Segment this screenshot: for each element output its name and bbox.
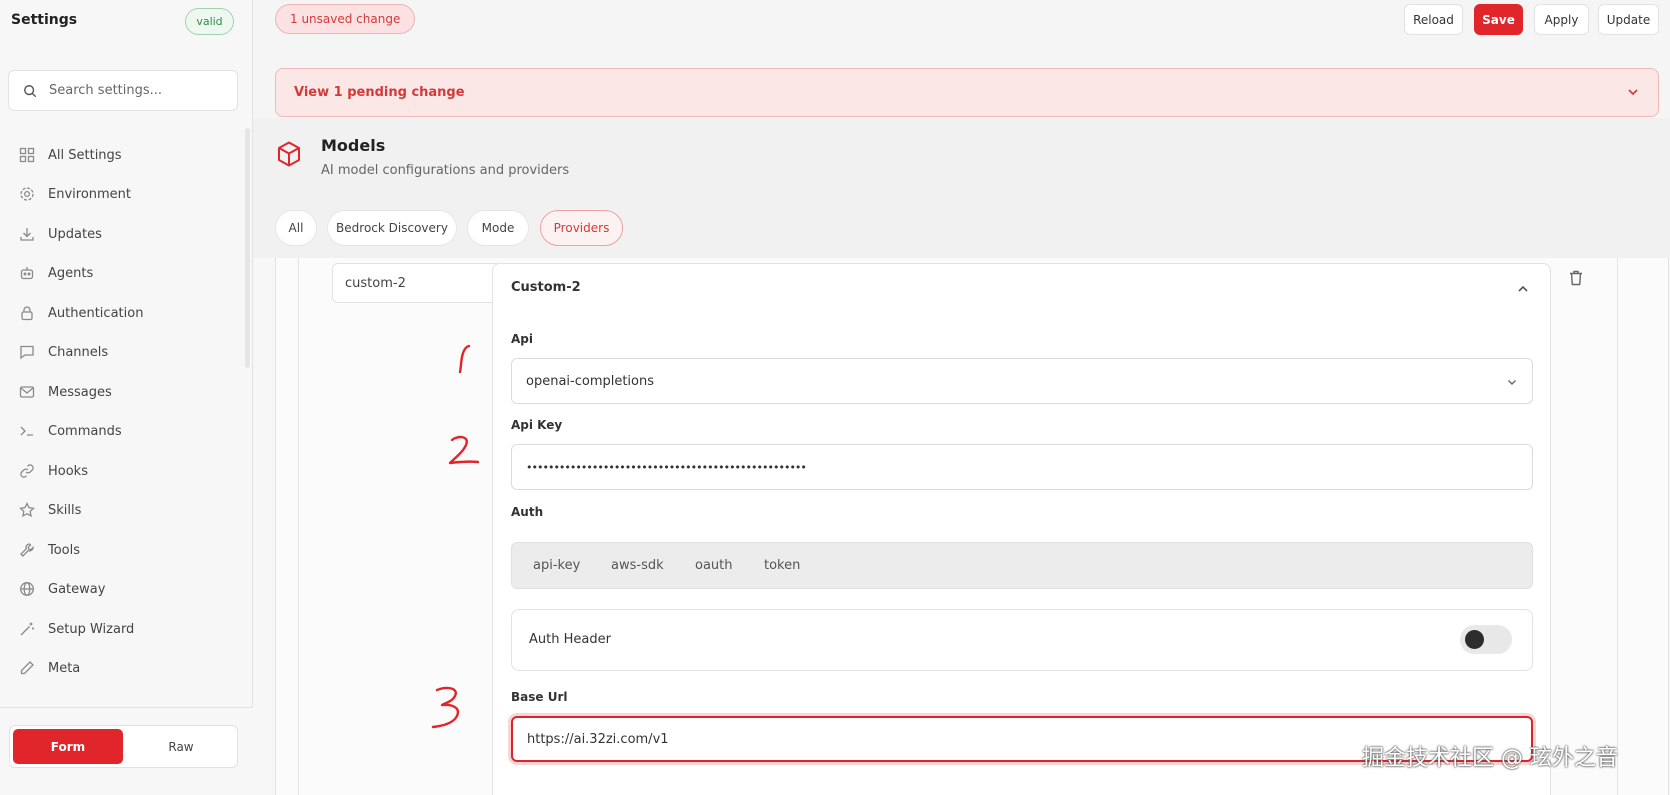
auth-option-token[interactable]: token xyxy=(764,543,800,588)
models-section-header: Models AI model configurations and provi… xyxy=(253,118,1670,258)
sidebar-item-meta[interactable]: Meta xyxy=(0,651,245,685)
auth-option-api-key[interactable]: api-key xyxy=(533,543,580,588)
provider-title: Custom-2 xyxy=(511,280,581,295)
api-label: Api xyxy=(511,332,533,346)
provider-card: Custom-2 Api openai-completions Api Key … xyxy=(492,263,1551,795)
sidebar-item-label: Setup Wizard xyxy=(48,621,135,637)
sidebar-item-hooks[interactable]: Hooks xyxy=(0,454,245,488)
sidebar-header: Settings valid xyxy=(0,0,253,48)
annotation-mark-2 xyxy=(448,435,480,465)
auth-option-oauth[interactable]: oauth xyxy=(695,543,733,588)
terminal-icon xyxy=(18,422,36,440)
sidebar-item-tools[interactable]: Tools xyxy=(0,533,245,567)
section-subtitle: AI model configurations and providers xyxy=(321,163,570,178)
sidebar-item-gateway[interactable]: Gateway xyxy=(0,572,245,606)
tab-mode[interactable]: Mode xyxy=(467,210,529,246)
pen-icon xyxy=(18,659,36,677)
tab-all[interactable]: All xyxy=(275,210,317,246)
auth-header-label: Auth Header xyxy=(529,632,611,647)
cube-icon xyxy=(278,141,300,167)
bot-icon xyxy=(18,264,36,282)
form-raw-toggle: Form Raw xyxy=(9,725,238,768)
pending-changes-banner[interactable]: View 1 pending change xyxy=(275,68,1659,117)
sidebar-item-environment[interactable]: Environment xyxy=(0,177,245,211)
search-icon xyxy=(24,84,37,97)
mail-icon xyxy=(18,383,36,401)
sidebar-item-label: Updates xyxy=(48,226,102,242)
toggle-knob xyxy=(1465,630,1484,649)
star-icon xyxy=(18,501,36,519)
sidebar-item-label: All Settings xyxy=(48,147,122,163)
sidebar-item-agents[interactable]: Agents xyxy=(0,256,245,290)
auth-option-aws-sdk[interactable]: aws-sdk xyxy=(611,543,664,588)
pending-changes-text: View 1 pending change xyxy=(294,85,465,100)
api-select[interactable]: openai-completions xyxy=(511,358,1533,404)
auth-label: Auth xyxy=(511,505,544,519)
sidebar-footer: Form Raw xyxy=(0,707,253,795)
sidebar-item-messages[interactable]: Messages xyxy=(0,375,245,409)
sidebar-item-updates[interactable]: Updates xyxy=(0,217,245,251)
sidebar-item-label: Gateway xyxy=(48,581,106,597)
auth-header-toggle[interactable] xyxy=(1460,625,1512,654)
sidebar-item-setup-wizard[interactable]: Setup Wizard xyxy=(0,612,245,646)
sidebar-scrollbar[interactable] xyxy=(245,128,250,368)
sidebar-item-label: Skills xyxy=(48,502,82,518)
chevron-down-icon xyxy=(1628,89,1638,96)
sidebar-title: Settings xyxy=(11,12,78,28)
settings-sidebar: Settings valid All Settings Environment … xyxy=(0,0,253,795)
form-mode-button[interactable]: Form xyxy=(13,729,123,764)
valid-badge: valid xyxy=(185,8,234,35)
auth-header-row: Auth Header xyxy=(511,609,1533,671)
raw-mode-button[interactable]: Raw xyxy=(126,729,236,764)
api-key-label: Api Key xyxy=(511,418,563,432)
sidebar-item-commands[interactable]: Commands xyxy=(0,414,245,448)
wrench-icon xyxy=(18,541,36,559)
globe-icon xyxy=(18,580,36,598)
chevron-down-icon xyxy=(1508,380,1516,385)
gear-icon xyxy=(18,185,36,203)
reload-button[interactable]: Reload xyxy=(1404,4,1463,35)
lock-icon xyxy=(18,304,36,322)
chevron-up-icon[interactable] xyxy=(1516,282,1530,296)
link-icon xyxy=(18,462,36,480)
download-icon xyxy=(18,225,36,243)
sidebar-item-label: Messages xyxy=(48,384,112,400)
watermark-text: 掘金技术社区 @ 玹外之音 xyxy=(1362,746,1618,771)
sidebar-item-label: Channels xyxy=(48,344,109,360)
grid-icon xyxy=(18,146,36,164)
trash-icon[interactable] xyxy=(1569,270,1583,286)
sidebar-item-skills[interactable]: Skills xyxy=(0,493,245,527)
sidebar-nav: All Settings Environment Updates Agents … xyxy=(0,138,245,710)
annotation-mark-1 xyxy=(458,344,471,374)
sidebar-item-channels[interactable]: Channels xyxy=(0,335,245,369)
wand-icon xyxy=(18,620,36,638)
api-select-value: openai-completions xyxy=(526,373,655,389)
api-key-input[interactable] xyxy=(511,444,1533,490)
auth-segmented-control: api-key aws-sdk oauth token xyxy=(511,542,1533,589)
annotation-mark-3 xyxy=(431,686,460,729)
sidebar-item-label: Agents xyxy=(48,265,94,281)
tab-bedrock-discovery[interactable]: Bedrock Discovery xyxy=(327,210,457,246)
sidebar-item-label: Environment xyxy=(48,186,132,202)
top-bar: 1 unsaved change Reload Save Apply Updat… xyxy=(253,0,1670,50)
tab-providers[interactable]: Providers xyxy=(540,210,623,246)
sidebar-item-label: Tools xyxy=(48,542,81,558)
section-title: Models xyxy=(321,136,386,155)
sidebar-item-label: Meta xyxy=(48,660,81,676)
search-box[interactable] xyxy=(8,70,238,111)
apply-button[interactable]: Apply xyxy=(1534,4,1589,35)
sidebar-item-label: Hooks xyxy=(48,463,88,479)
chat-icon xyxy=(18,343,36,361)
sidebar-item-authentication[interactable]: Authentication xyxy=(0,296,245,330)
base-url-label: Base Url xyxy=(511,690,568,704)
sidebar-item-all-settings[interactable]: All Settings xyxy=(0,138,245,172)
sidebar-item-label: Commands xyxy=(48,423,122,439)
provider-key-field[interactable]: custom-2 xyxy=(332,263,502,303)
save-button[interactable]: Save xyxy=(1474,4,1523,35)
update-button[interactable]: Update xyxy=(1598,4,1659,35)
sidebar-item-label: Authentication xyxy=(48,305,144,321)
unsaved-badge: 1 unsaved change xyxy=(275,4,416,34)
search-input[interactable] xyxy=(49,83,229,98)
